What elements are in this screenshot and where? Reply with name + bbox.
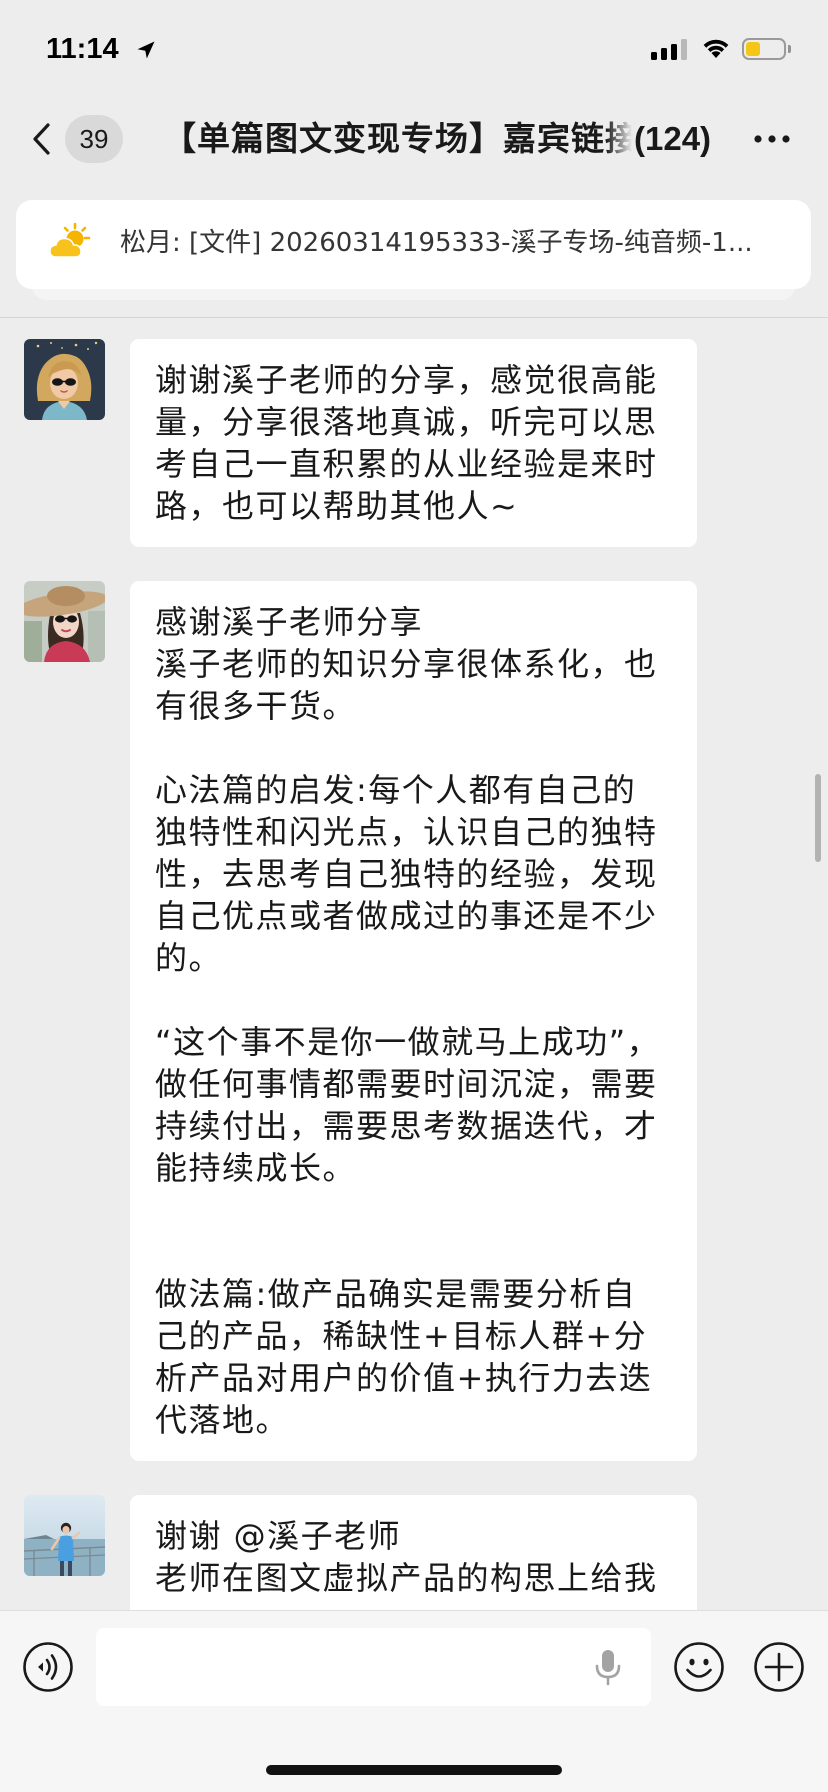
wifi-icon <box>703 39 729 58</box>
message-line: 己的产品，稀缺性+目标人群+分 <box>155 1317 648 1355</box>
message-line <box>155 979 675 1021</box>
chat-title: 【单篇图文变现专场】嘉宾链接 <box>163 119 632 158</box>
message-line: 路，也可以帮助其他人~ <box>155 487 519 525</box>
message-line <box>155 1189 675 1231</box>
emoji-icon[interactable] <box>673 1641 725 1693</box>
message-line: 谢谢溪子老师的分享，感觉很高能 <box>155 361 658 399</box>
message-input[interactable] <box>96 1628 651 1706</box>
message-line: 做法篇:做产品确实是需要分析自 <box>155 1275 637 1313</box>
microphone-icon[interactable] <box>594 1648 622 1686</box>
status-time: 11:14 <box>46 33 119 65</box>
message-line: 心法篇的启发:每个人都有自己的 <box>155 771 637 809</box>
pinned-message-text: 松月: [文件] 20260314195333-溪子专场-纯音频-1... <box>120 228 753 258</box>
voice-icon[interactable] <box>22 1641 74 1693</box>
message-list[interactable]: 谢谢溪子老师的分享，感觉很高能 量，分享很落地真诚，听完可以思 考自己一直积累的… <box>0 339 828 1733</box>
avatar[interactable] <box>24 581 105 662</box>
message-bubble[interactable]: 谢谢溪子老师的分享，感觉很高能 量，分享很落地真诚，听完可以思 考自己一直积累的… <box>130 339 697 547</box>
unread-count-badge[interactable]: 39 <box>65 115 123 163</box>
message-bubble[interactable]: 感谢溪子老师分享 溪子老师的知识分享很体系化，也 有很多干货。 心法篇的启发:每… <box>130 581 697 1461</box>
message-line: 做任何事情都需要时间沉淀，需要 <box>155 1065 658 1103</box>
message-row: 谢谢溪子老师的分享，感觉很高能 量，分享很落地真诚，听完可以思 考自己一直积累的… <box>0 339 828 547</box>
message-line: “这个事不是你一做就马上成功”， <box>155 1023 661 1061</box>
plus-icon[interactable] <box>753 1641 805 1693</box>
location-arrow-icon <box>137 41 155 59</box>
battery-fill <box>746 42 761 56</box>
message-line <box>155 727 675 769</box>
scrollbar[interactable] <box>815 774 821 862</box>
message-line: 量，分享很落地真诚，听完可以思 <box>155 403 658 441</box>
home-indicator[interactable] <box>266 1765 562 1775</box>
wechat-group-chat-screen: 11:14 39 【单篇图文变现专场】嘉宾链接 (124) 松月: [文件] 2… <box>0 0 828 1792</box>
message-line <box>155 1231 675 1273</box>
chevron-left-icon[interactable] <box>30 122 54 156</box>
message-line: 老师在图文虚拟产品的构思上给我 <box>155 1559 658 1597</box>
avatar[interactable] <box>24 1495 105 1576</box>
avatar-cartoon-girl-sunglasses <box>24 339 105 420</box>
message-line: 独特性和闪光点，认识自己的独特 <box>155 813 658 851</box>
member-count: (124) <box>634 120 712 157</box>
avatar-woman-sun-hat <box>24 581 105 662</box>
message-line: 有很多干货。 <box>155 687 357 725</box>
message-line: 持续付出，需要思考数据迭代，才 <box>155 1107 658 1145</box>
cellular-signal-icon <box>651 38 689 60</box>
input-bar <box>0 1610 828 1792</box>
message-line: 感谢溪子老师分享 <box>155 603 424 641</box>
message-line: 性，去思考自己独特的经验，发现 <box>155 855 658 893</box>
message-line: 的。 <box>155 939 223 977</box>
message-line: 自己优点或者做成过的事还是不少 <box>155 897 658 935</box>
battery-icon <box>742 38 786 60</box>
message-row: 感谢溪子老师分享 溪子老师的知识分享很体系化，也 有很多干货。 心法篇的启发:每… <box>0 581 828 1461</box>
message-line: 代落地。 <box>155 1401 290 1439</box>
battery-nub <box>788 45 791 53</box>
avatar-person-by-water <box>24 1495 105 1576</box>
avatar[interactable] <box>24 339 105 420</box>
more-dots-icon[interactable] <box>752 132 792 146</box>
message-line: 析产品对用户的价值+执行力去迭 <box>155 1359 653 1397</box>
message-line: 溪子老师的知识分享很体系化，也 <box>155 645 658 683</box>
header-divider <box>0 317 828 318</box>
message-line: 能持续成长。 <box>155 1149 357 1187</box>
sun-cloud-icon <box>49 222 91 258</box>
message-line: 考自己一直积累的从业经验是来时 <box>155 445 658 483</box>
message-line: 谢谢 @溪子老师 <box>155 1517 402 1555</box>
